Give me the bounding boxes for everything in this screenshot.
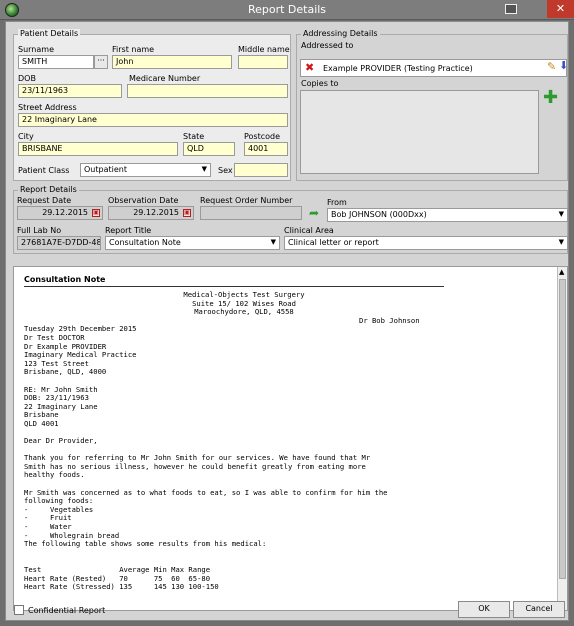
copies-to-list[interactable]: [300, 90, 539, 174]
report-title-label: Report Title: [105, 226, 152, 235]
addressed-to-row[interactable]: ✖ Example PROVIDER (Testing Practice): [300, 59, 567, 77]
sex-field[interactable]: [234, 163, 288, 177]
monitor-icon[interactable]: [505, 4, 517, 14]
postcode-field[interactable]: 4001: [244, 142, 288, 156]
scroll-up-icon[interactable]: ▲: [559, 268, 564, 276]
arrow-down-icon[interactable]: ⬇: [559, 59, 568, 72]
remove-x-icon[interactable]: ✖: [305, 61, 314, 74]
middlename-field[interactable]: [238, 55, 288, 69]
wrench-icon[interactable]: ✎: [547, 60, 556, 73]
calendar-icon[interactable]: ▣: [183, 209, 191, 217]
from-label: From: [327, 198, 347, 207]
note-content: Medical-Objects Test Surgery Suite 15/ 10…: [24, 290, 554, 592]
dob-field[interactable]: 23/11/1963: [18, 84, 122, 98]
clinical-area-select[interactable]: Clinical letter or report ▼: [284, 236, 568, 250]
chevron-down-icon: ▼: [201, 165, 207, 173]
calendar-icon[interactable]: ▣: [92, 209, 100, 217]
note-heading: Consultation Note: [24, 275, 444, 287]
report-details-group: Report Details Request Date 29.12.2015 ▣…: [13, 185, 568, 254]
report-title-select[interactable]: Consultation Note ▼: [105, 236, 280, 250]
observation-date-value: 29.12.2015: [133, 208, 179, 217]
add-copy-plus-icon[interactable]: ✚: [543, 89, 558, 107]
report-title-value: Consultation Note: [109, 238, 181, 247]
patient-class-label: Patient Class: [18, 166, 70, 175]
lab-no-field[interactable]: 27681A7E-D7DD-481F-: [17, 236, 101, 250]
observation-date-label: Observation Date: [108, 196, 179, 205]
state-label: State: [183, 132, 205, 141]
letter-body: Tuesday 29th December 2015 Dr Test DOCTO…: [24, 324, 388, 592]
chevron-down-icon: ▼: [270, 238, 276, 246]
request-date-label: Request Date: [17, 196, 72, 205]
addressed-to-label: Addressed to: [301, 41, 354, 50]
patient-class-select[interactable]: Outpatient ▼: [80, 163, 211, 177]
request-date-field[interactable]: 29.12.2015 ▣: [17, 206, 103, 220]
close-button[interactable]: ✕: [547, 0, 574, 18]
confidential-checkbox[interactable]: [14, 605, 24, 615]
note-viewer[interactable]: Consultation Note Medical-Objects Test S…: [13, 266, 568, 611]
chevron-down-icon: ▼: [558, 238, 564, 246]
dob-label: DOB: [18, 74, 36, 83]
from-select[interactable]: Bob JOHNSON (000Dxx) ▼: [327, 208, 568, 222]
addressed-to-value: Example PROVIDER (Testing Practice): [323, 64, 473, 73]
sex-label: Sex: [218, 166, 233, 175]
firstname-field[interactable]: John: [112, 55, 232, 69]
surname-lookup-button[interactable]: ···: [94, 55, 108, 69]
patient-details-group: Patient Details Surname SMITH ··· First …: [13, 29, 291, 181]
observation-date-field[interactable]: 29.12.2015 ▣: [108, 206, 194, 220]
city-field[interactable]: BRISBANE: [18, 142, 178, 156]
surname-field[interactable]: SMITH: [18, 55, 94, 69]
middlename-label: Middle name: [238, 45, 290, 54]
ok-button[interactable]: OK: [458, 601, 510, 618]
request-order-label: Request Order Number: [200, 196, 293, 205]
request-order-field[interactable]: [200, 206, 302, 220]
chevron-down-icon: ▼: [558, 210, 564, 218]
request-date-value: 29.12.2015: [42, 208, 88, 217]
clinical-area-value: Clinical letter or report: [288, 238, 379, 247]
patient-class-value: Outpatient: [84, 165, 127, 174]
green-arrow-icon[interactable]: ➦: [309, 206, 319, 220]
surname-label: Surname: [18, 45, 54, 54]
lab-no-label: Full Lab No: [17, 226, 62, 235]
state-field[interactable]: QLD: [183, 142, 235, 156]
window-title: Report Details: [247, 3, 327, 16]
confidential-label: Confidential Report: [28, 606, 106, 615]
addressing-details-title: Addressing Details: [301, 29, 380, 38]
medicare-field[interactable]: [127, 84, 288, 98]
scroll-thumb[interactable]: [559, 279, 566, 579]
postcode-label: Postcode: [244, 132, 281, 141]
street-field[interactable]: 22 Imaginary Lane: [18, 113, 288, 127]
city-label: City: [18, 132, 34, 141]
dialog-client-area: Patient Details Surname SMITH ··· First …: [5, 21, 569, 621]
patient-details-title: Patient Details: [18, 29, 81, 38]
street-label: Street Address: [18, 103, 77, 112]
clinical-area-label: Clinical Area: [284, 226, 334, 235]
from-value: Bob JOHNSON (000Dxx): [331, 210, 427, 219]
title-bar: Report Details ✕: [0, 0, 574, 20]
vertical-scrollbar[interactable]: ▲ ▼: [557, 267, 567, 610]
addressing-details-group: Addressing Details Addressed to ✖ Exampl…: [296, 29, 568, 181]
copies-to-label: Copies to: [301, 79, 339, 88]
cancel-button[interactable]: Cancel: [513, 601, 565, 618]
report-details-title: Report Details: [18, 185, 79, 194]
firstname-label: First name: [112, 45, 155, 54]
medicare-label: Medicare Number: [129, 74, 201, 83]
